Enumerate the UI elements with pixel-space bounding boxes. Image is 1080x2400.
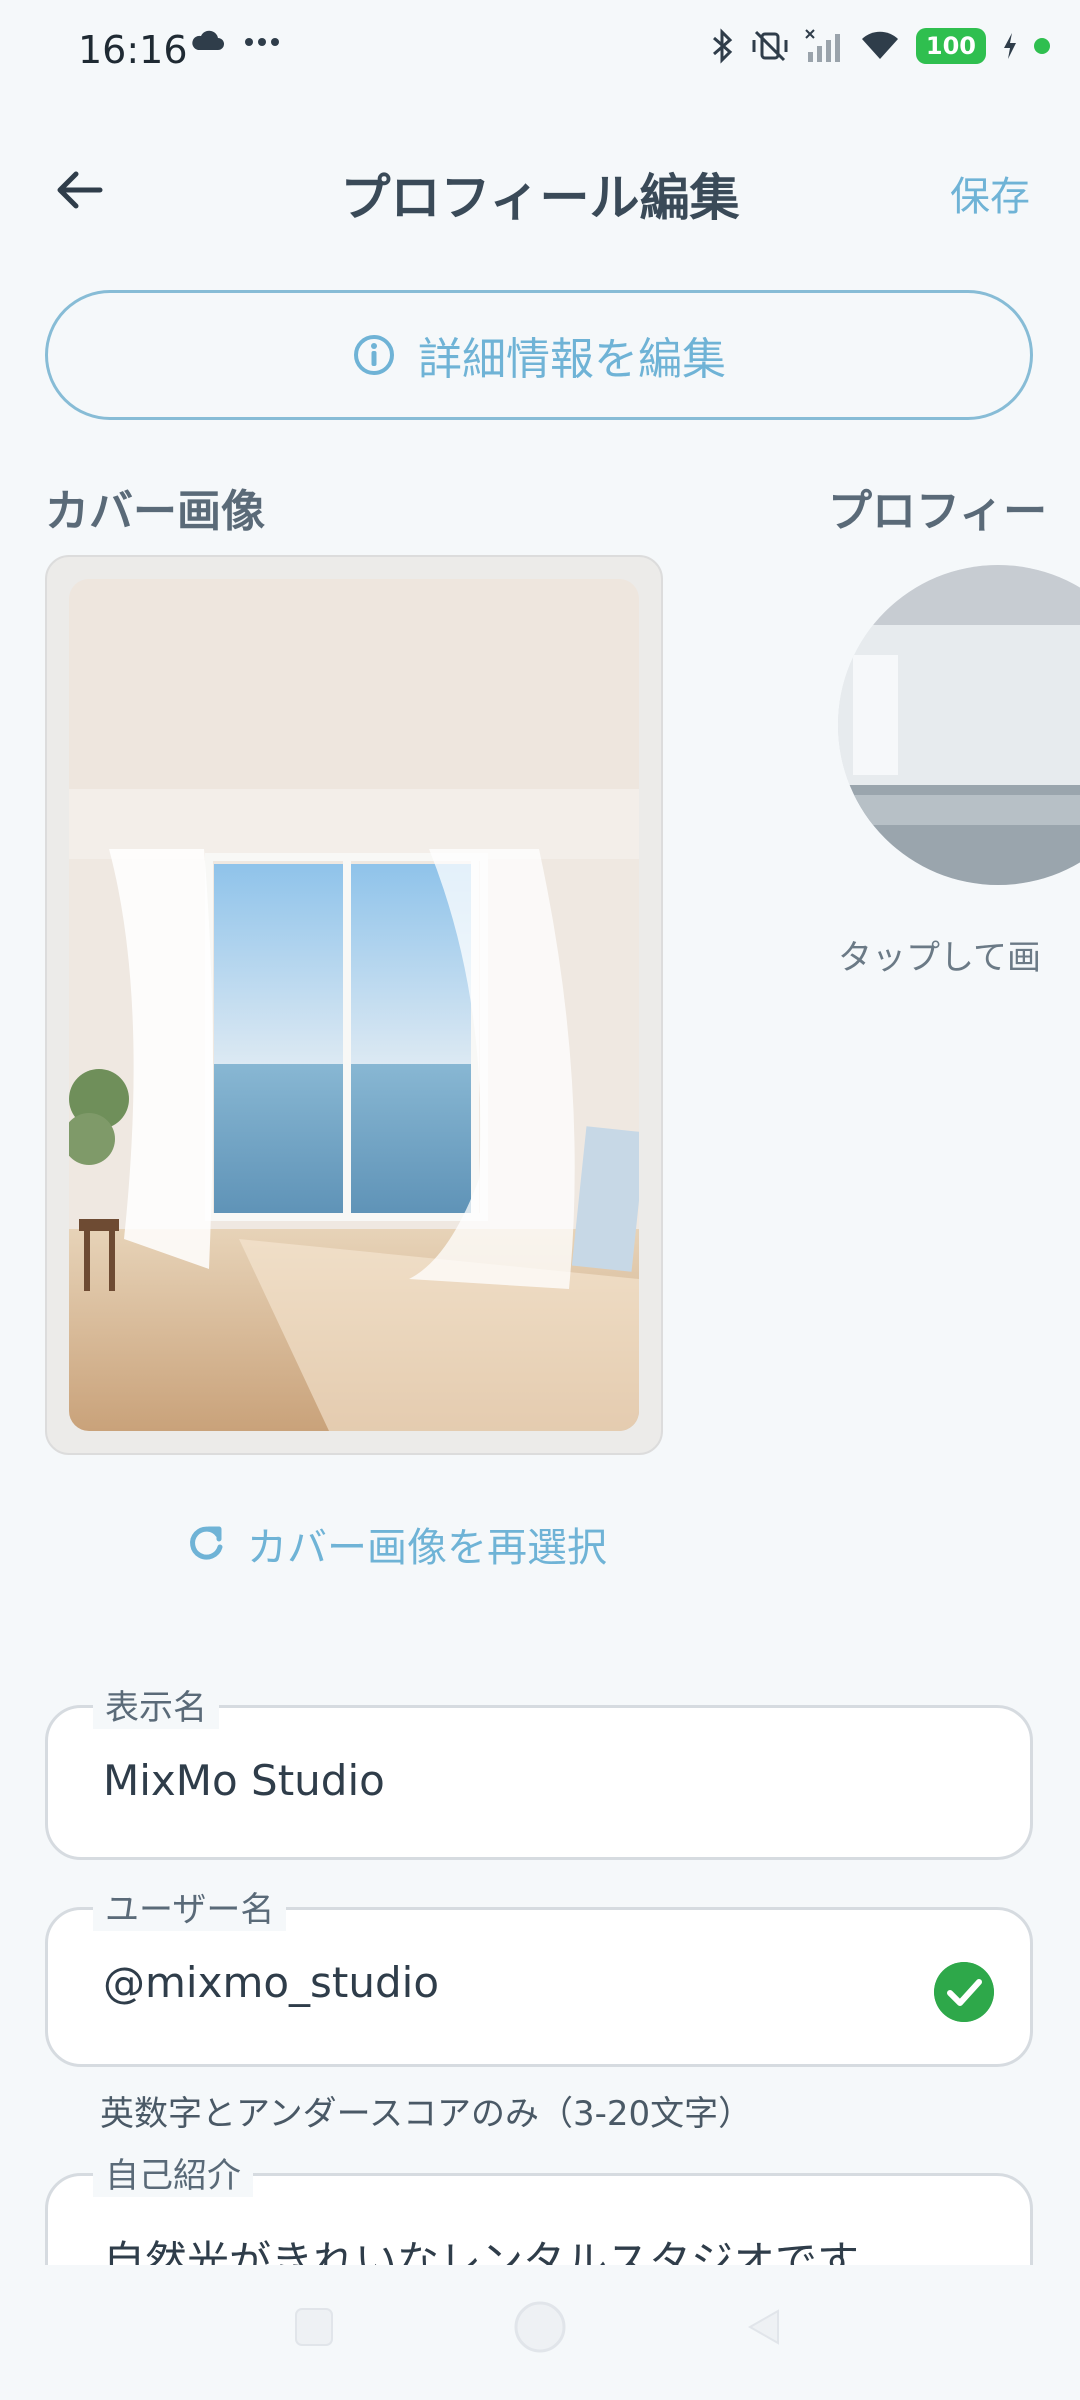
reselect-cover-button[interactable]: カバー画像を再選択 — [185, 1515, 607, 1573]
reselect-cover-label: カバー画像を再選択 — [247, 1525, 607, 1571]
cover-section-title: カバー画像 — [45, 486, 265, 537]
signal-icon — [805, 29, 840, 62]
profile-image-tap-hint: タップして画 — [838, 938, 1041, 978]
profile-section-title: プロフィー — [828, 486, 1048, 537]
navigation-bar — [0, 2265, 1080, 2400]
display-name-value[interactable]: MixMo Studio — [103, 1756, 385, 1805]
bio-value[interactable]: 自然光がきれいなレンタルスタジオです。 — [103, 2228, 897, 2265]
cover-image-frame[interactable] — [45, 555, 663, 1455]
edit-details-label: 詳細情報を編集 — [418, 334, 726, 385]
home-button[interactable] — [510, 2297, 570, 2357]
cloud-icon — [192, 30, 224, 50]
username-label: ユーザー名 — [93, 1882, 287, 1931]
wifi-icon — [861, 31, 898, 59]
edit-details-button[interactable]: 詳細情報を編集 — [45, 290, 1033, 420]
username-hint: 英数字とアンダースコアのみ（3-20文字） — [100, 2094, 753, 2134]
bio-field[interactable]: 自己紹介 自然光がきれいなレンタルスタジオです。 — [45, 2148, 1033, 2265]
status-time: 16:16 — [78, 28, 188, 72]
privacy-indicator — [1034, 38, 1050, 54]
check-icon — [934, 1962, 994, 2022]
battery-icon: 100 — [915, 28, 986, 64]
username-value[interactable]: @mixmo_studio — [103, 1958, 439, 2007]
bluetooth-icon — [712, 28, 733, 64]
more-icon — [245, 38, 279, 46]
display-name-field[interactable]: 表示名 MixMo Studio — [45, 1680, 1033, 1860]
info-icon — [354, 335, 394, 375]
refresh-icon — [190, 1526, 223, 1560]
display-name-label: 表示名 — [93, 1680, 219, 1729]
status-bar: 16:16 100 — [0, 0, 1080, 100]
save-button[interactable]: 保存 — [950, 164, 1030, 222]
profile-image[interactable] — [838, 565, 1080, 885]
vibrate-off-icon — [752, 30, 788, 62]
recent-apps-button[interactable] — [292, 2305, 336, 2349]
bio-label: 自己紹介 — [93, 2148, 253, 2197]
page-title: プロフィール編集 — [340, 169, 740, 227]
username-field[interactable]: ユーザー名 @mixmo_studio — [45, 1882, 1033, 2067]
back-nav-button[interactable] — [742, 2305, 786, 2349]
app-bar: プロフィール編集 保存 — [0, 100, 1080, 270]
charging-icon — [1004, 33, 1016, 59]
cover-image[interactable] — [69, 579, 639, 1431]
scroll-content[interactable]: 詳細情報を編集 カバー画像 プロフィー タップして画 カバー画像を再選択 表示名… — [0, 270, 1080, 2265]
